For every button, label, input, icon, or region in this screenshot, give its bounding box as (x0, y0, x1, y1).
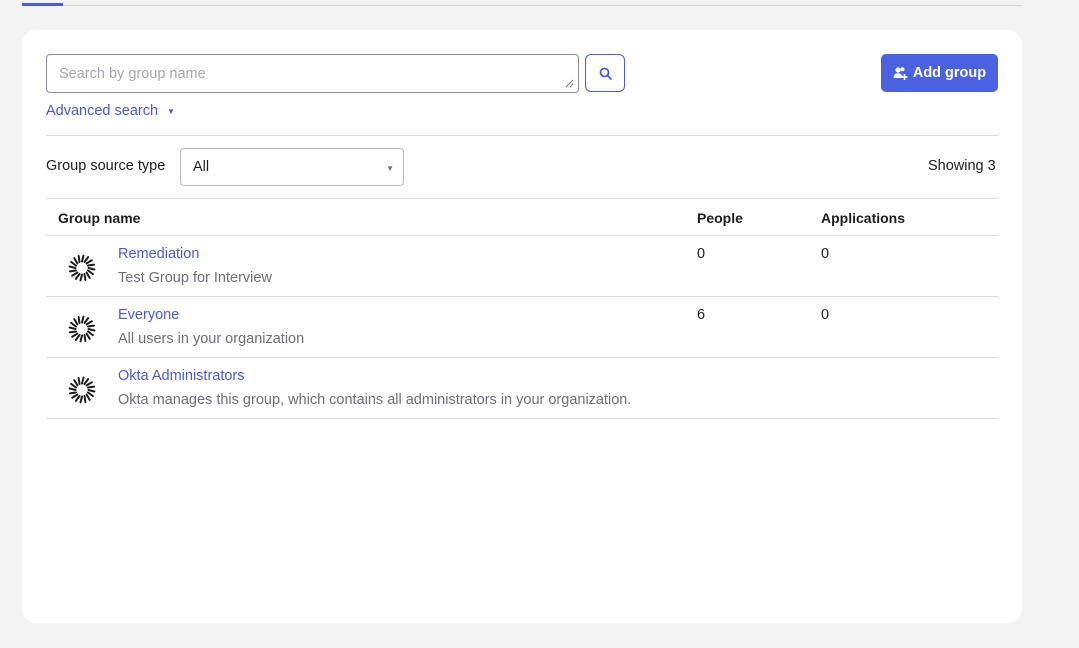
search-icon (599, 67, 612, 80)
result-count: Showing 3 (928, 158, 996, 174)
search-field[interactable] (46, 54, 579, 93)
group-source-type-select[interactable]: All ▼ (180, 148, 404, 186)
advanced-search-label: Advanced search (46, 103, 159, 119)
group-description: Okta manages this group, which contains … (118, 392, 632, 408)
groups-table: Group name People Applications Remediati… (46, 198, 998, 419)
applications-count: 0 (821, 246, 830, 262)
column-header-group-name[interactable]: Group name (58, 210, 140, 226)
search-input[interactable] (47, 55, 578, 92)
group-name-link[interactable]: Remediation (118, 246, 199, 262)
okta-group-icon (68, 376, 96, 404)
people-count: 6 (697, 307, 706, 323)
divider (46, 135, 998, 136)
resize-grip-icon[interactable] (565, 79, 574, 88)
applications-count: 0 (821, 307, 830, 323)
people-count: 0 (697, 246, 706, 262)
group-description: Test Group for Interview (118, 270, 272, 286)
group-name-link[interactable]: Okta Administrators (118, 368, 245, 384)
group-description: All users in your organization (118, 331, 305, 347)
add-group-icon (893, 66, 908, 80)
table-row: Everyone All users in your organization … (46, 297, 998, 358)
column-header-applications[interactable]: Applications (821, 210, 905, 226)
group-name-link[interactable]: Everyone (118, 307, 179, 323)
add-group-button[interactable]: Add group (881, 54, 998, 92)
caret-down-icon: ▼ (167, 106, 175, 116)
okta-group-icon (68, 254, 96, 282)
okta-group-icon (68, 315, 96, 343)
active-tab-indicator (22, 3, 63, 6)
advanced-search-toggle[interactable]: Advanced search ▼ (46, 103, 175, 119)
tab-bar-underline (22, 5, 1022, 6)
column-header-people[interactable]: People (697, 210, 743, 226)
select-value: All (193, 159, 210, 175)
table-row: Okta Administrators Okta manages this gr… (46, 358, 998, 419)
table-row: Remediation Test Group for Interview 0 0 (46, 236, 998, 297)
group-source-type-label: Group source type (46, 158, 166, 174)
table-header: Group name People Applications (46, 198, 998, 236)
add-group-label: Add group (912, 65, 987, 81)
chevron-down-icon: ▼ (386, 164, 394, 173)
groups-panel: Add group Advanced search ▼ Group source… (22, 30, 1022, 623)
search-button[interactable] (585, 54, 625, 92)
